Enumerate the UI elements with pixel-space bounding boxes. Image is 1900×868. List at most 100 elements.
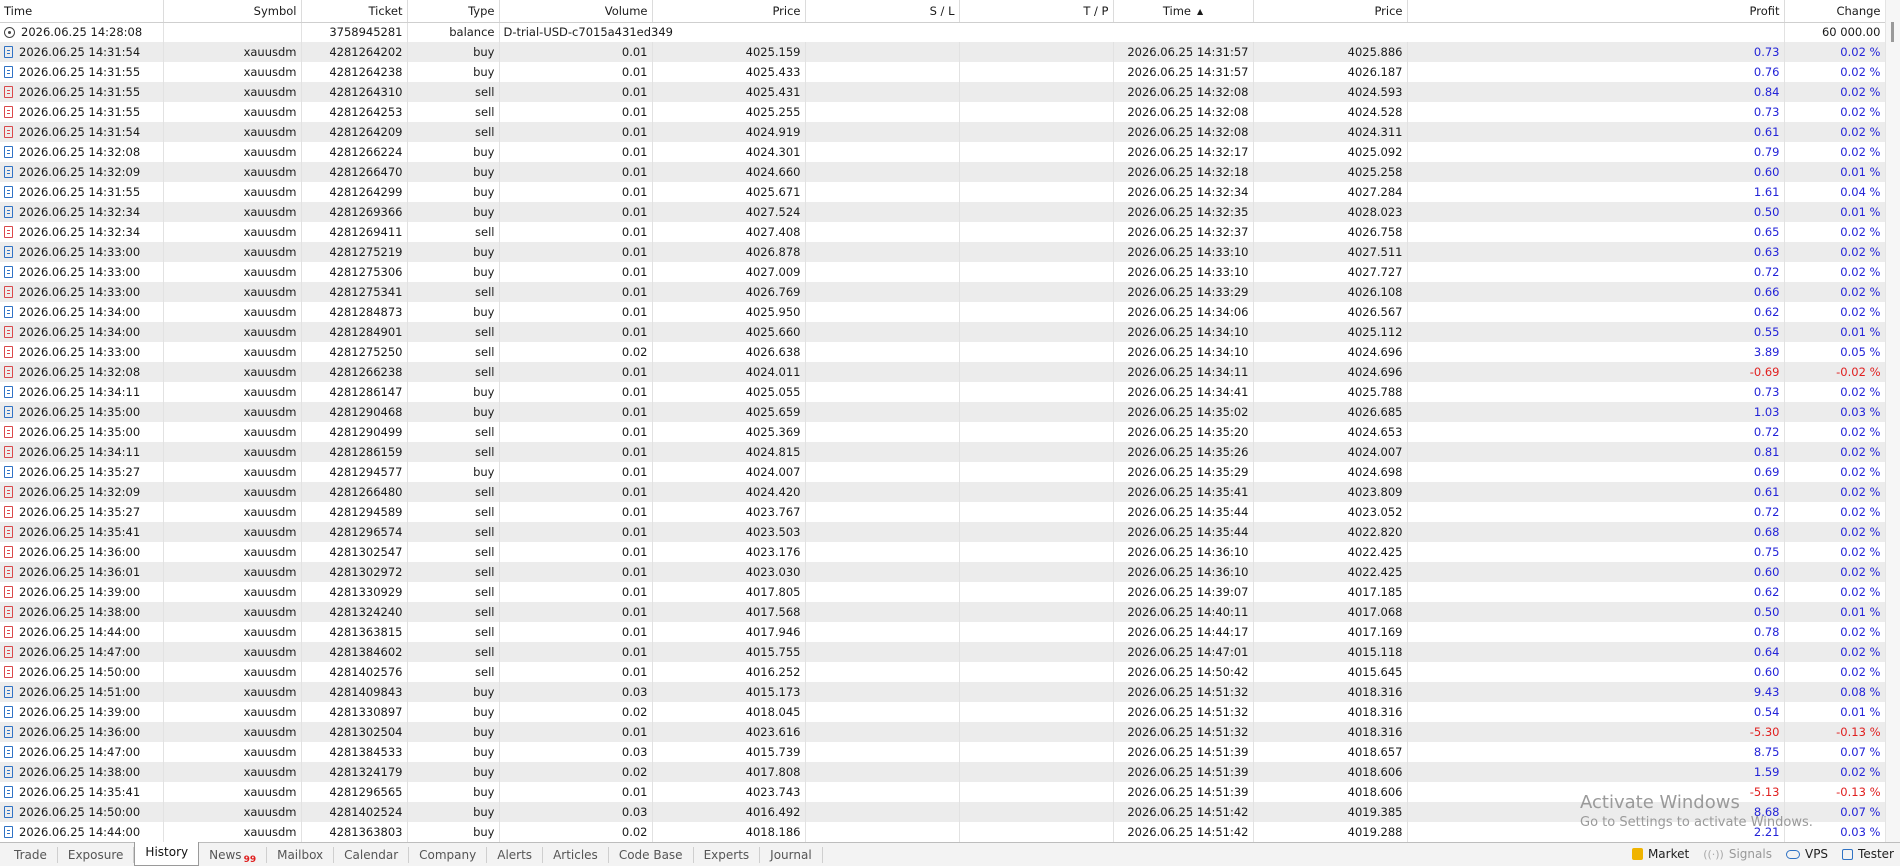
deal-row[interactable]: 2026.06.25 14:31:55 xauusdm 4281264253 sell… <box>0 102 1885 122</box>
vertical-scrollbar[interactable] <box>1885 0 1900 842</box>
tab-company[interactable]: Company <box>409 846 488 863</box>
cell-open-price: 4016.252 <box>652 662 806 682</box>
deal-row[interactable]: 2026.06.25 14:47:00 xauusdm 4281384602 sell… <box>0 642 1885 662</box>
deal-row[interactable]: 2026.06.25 14:35:27 xauusdm 4281294589 sell… <box>0 502 1885 522</box>
cell-open-time: 2026.06.25 14:44:00 <box>0 622 164 642</box>
deal-row[interactable]: 2026.06.25 14:50:00 xauusdm 4281402524 buy 0… <box>0 802 1885 822</box>
deal-row[interactable]: 2026.06.25 14:31:54 xauusdm 4281264202 buy 0… <box>0 42 1885 62</box>
col-header-ticket[interactable]: Ticket <box>301 0 408 23</box>
cell-ticket: 4281269411 <box>301 222 408 242</box>
cell-close-time: 2026.06.25 14:35:29 <box>1113 462 1254 482</box>
deal-row[interactable]: 2026.06.25 14:32:08 xauusdm 4281266224 buy 0… <box>0 142 1885 162</box>
deal-row[interactable]: 2026.06.25 14:32:09 xauusdm 4281266480 sell… <box>0 482 1885 502</box>
deal-row[interactable]: 2026.06.25 14:44:00 xauusdm 4281363815 sell… <box>0 622 1885 642</box>
cell-profit: 0.73 <box>1407 42 1785 62</box>
col-header-type[interactable]: Type <box>407 0 500 23</box>
cell-profit: 0.75 <box>1407 542 1785 562</box>
cell-volume: 0.01 <box>499 622 653 642</box>
col-header-close-time[interactable]: Time ▲ <box>1113 0 1254 23</box>
cell-profit: 0.60 <box>1407 562 1785 582</box>
deal-row[interactable]: 2026.06.25 14:33:00 xauusdm 4281275219 buy 0… <box>0 242 1885 262</box>
sell-deal-icon <box>4 566 13 578</box>
cell-close-time: 2026.06.25 14:32:35 <box>1113 202 1254 222</box>
deal-row[interactable]: 2026.06.25 14:31:55 xauusdm 4281264310 sell… <box>0 82 1885 102</box>
deal-row[interactable]: 2026.06.25 14:35:41 xauusdm 4281296574 sell… <box>0 522 1885 542</box>
tab-mailbox[interactable]: Mailbox <box>267 846 335 863</box>
deal-row[interactable]: 2026.06.25 14:35:41 xauusdm 4281296565 buy 0… <box>0 782 1885 802</box>
deal-row[interactable]: 2026.06.25 14:35:00 xauusdm 4281290499 sell… <box>0 422 1885 442</box>
col-header-symbol[interactable]: Symbol <box>163 0 302 23</box>
market-button[interactable]: Market <box>1631 847 1689 861</box>
cell-change: 0.05 % <box>1784 342 1885 362</box>
cell-text: 2026.06.25 14:32:09 <box>19 165 141 179</box>
deal-row[interactable]: 2026.06.25 14:34:00 xauusdm 4281284901 sell… <box>0 322 1885 342</box>
deal-row[interactable]: 2026.06.25 14:51:00 xauusdm 4281409843 buy 0… <box>0 682 1885 702</box>
tab-experts[interactable]: Experts <box>694 846 761 863</box>
col-header-change[interactable]: Change <box>1784 0 1885 23</box>
cell-volume: 0.02 <box>499 822 653 842</box>
balance-row[interactable]: 2026.06.25 14:28:08 3758945281 balance D… <box>0 22 1885 42</box>
deal-row[interactable]: 2026.06.25 14:44:00 xauusdm 4281363803 buy 0… <box>0 822 1885 842</box>
deal-row[interactable]: 2026.06.25 14:36:00 xauusdm 4281302504 buy 0… <box>0 722 1885 742</box>
cell-close-price: 4018.316 <box>1253 722 1408 742</box>
deal-row[interactable]: 2026.06.25 14:34:11 xauusdm 4281286159 sell… <box>0 442 1885 462</box>
col-header-tp[interactable]: T / P <box>959 0 1114 23</box>
tab-articles[interactable]: Articles <box>543 846 609 863</box>
sell-deal-icon <box>4 506 13 518</box>
deal-row[interactable]: 2026.06.25 14:32:09 xauusdm 4281266470 buy 0… <box>0 162 1885 182</box>
deal-row[interactable]: 2026.06.25 14:50:00 xauusdm 4281402576 sell… <box>0 662 1885 682</box>
col-header-volume[interactable]: Volume <box>499 0 653 23</box>
cell-symbol: xauusdm <box>163 82 302 102</box>
deal-row[interactable]: 2026.06.25 14:38:00 xauusdm 4281324240 sell… <box>0 602 1885 622</box>
col-header-time[interactable]: Time <box>0 0 164 23</box>
col-header-price[interactable]: Price <box>652 0 806 23</box>
col-header-label: Change <box>1836 3 1881 18</box>
deal-row[interactable]: 2026.06.25 14:32:34 xauusdm 4281269366 buy 0… <box>0 202 1885 222</box>
tab-history[interactable]: History <box>134 841 200 866</box>
deal-row[interactable]: 2026.06.25 14:35:00 xauusdm 4281290468 buy 0… <box>0 402 1885 422</box>
deal-row[interactable]: 2026.06.25 14:38:00 xauusdm 4281324179 buy 0… <box>0 762 1885 782</box>
deal-row[interactable]: 2026.06.25 14:47:00 xauusdm 4281384533 buy 0… <box>0 742 1885 762</box>
tester-button[interactable]: Tester <box>1842 847 1894 861</box>
col-header-profit[interactable]: Profit <box>1407 0 1785 23</box>
deal-row[interactable]: 2026.06.25 14:36:00 xauusdm 4281302547 sell… <box>0 542 1885 562</box>
deal-row[interactable]: 2026.06.25 14:31:54 xauusdm 4281264209 sell… <box>0 122 1885 142</box>
tab-alerts[interactable]: Alerts <box>487 846 544 863</box>
deal-row[interactable]: 2026.06.25 14:39:00 xauusdm 4281330897 buy 0… <box>0 702 1885 722</box>
tab-trade[interactable]: Trade <box>4 846 58 863</box>
col-header-label: Volume <box>604 3 648 18</box>
deal-row[interactable]: 2026.06.25 14:32:08 xauusdm 4281266238 sell… <box>0 362 1885 382</box>
cell-open-price: 4017.946 <box>652 622 806 642</box>
deal-row[interactable]: 2026.06.25 14:33:00 xauusdm 4281275341 sell… <box>0 282 1885 302</box>
deal-row[interactable]: 2026.06.25 14:32:34 xauusdm 4281269411 sell… <box>0 222 1885 242</box>
cell-close-time: 2026.06.25 14:33:29 <box>1113 282 1254 302</box>
cell-profit: 0.72 <box>1407 422 1785 442</box>
deal-row[interactable]: 2026.06.25 14:39:00 xauusdm 4281330929 sell… <box>0 582 1885 602</box>
tab-exposure[interactable]: Exposure <box>58 846 135 863</box>
deal-row[interactable]: 2026.06.25 14:33:00 xauusdm 4281275306 buy 0… <box>0 262 1885 282</box>
cell-open-time: 2026.06.25 14:31:55 <box>0 102 164 122</box>
deal-row[interactable]: 2026.06.25 14:33:00 xauusdm 4281275250 sell… <box>0 342 1885 362</box>
deal-row[interactable]: 2026.06.25 14:31:55 xauusdm 4281264238 buy 0… <box>0 62 1885 82</box>
tab-journal[interactable]: Journal <box>760 846 823 863</box>
cell-tp <box>959 802 1114 822</box>
vps-button[interactable]: VPS <box>1785 847 1828 861</box>
deal-row[interactable]: 2026.06.25 14:36:01 xauusdm 4281302972 sell… <box>0 562 1885 582</box>
deal-row[interactable]: 2026.06.25 14:34:11 xauusdm 4281286147 buy 0… <box>0 382 1885 402</box>
tab-calendar[interactable]: Calendar <box>334 846 410 863</box>
deal-row[interactable]: 2026.06.25 14:35:27 xauusdm 4281294577 buy 0… <box>0 462 1885 482</box>
col-header-sl[interactable]: S / L <box>805 0 960 23</box>
tab-news[interactable]: News 99 <box>199 846 268 865</box>
cell-open-price: 4027.524 <box>652 202 806 222</box>
deal-row[interactable]: 2026.06.25 14:34:00 xauusdm 4281284873 buy 0… <box>0 302 1885 322</box>
scrollbar-thumb[interactable] <box>1891 22 1894 42</box>
cell-close-price: 4024.653 <box>1253 422 1408 442</box>
cell-volume: 0.03 <box>499 742 653 762</box>
cell-close-time: 2026.06.25 14:35:44 <box>1113 502 1254 522</box>
deal-row[interactable]: 2026.06.25 14:31:55 xauusdm 4281264299 buy 0… <box>0 182 1885 202</box>
col-header-close-price[interactable]: Price <box>1253 0 1408 23</box>
cell-sl <box>805 422 960 442</box>
tab-code-base[interactable]: Code Base <box>609 846 694 863</box>
signals-button[interactable]: ((·)) Signals <box>1703 847 1772 861</box>
cell-text: 2026.06.25 14:35:00 <box>19 405 141 419</box>
